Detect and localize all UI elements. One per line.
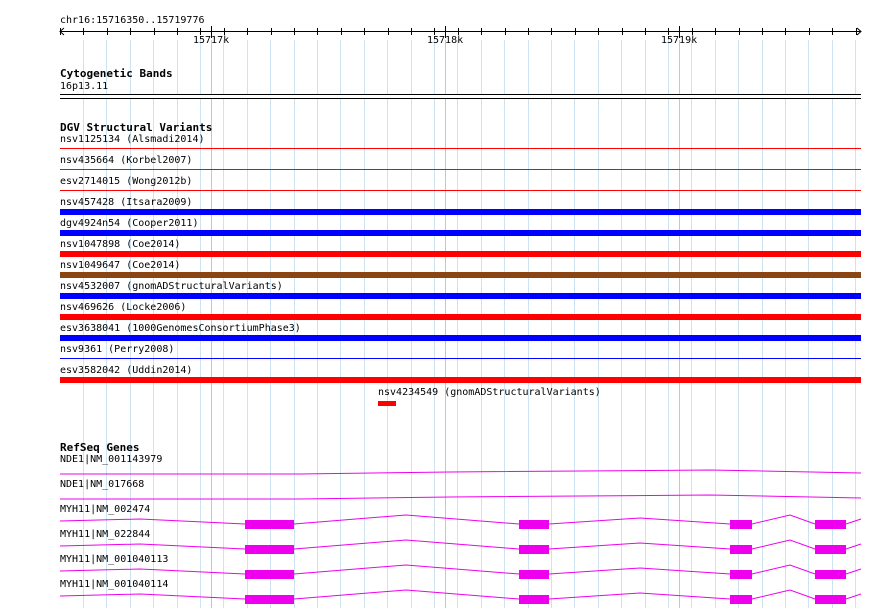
gene-exon[interactable] [730, 520, 752, 529]
gene-exon[interactable] [245, 545, 294, 554]
gene-exon[interactable] [815, 545, 846, 554]
gene-model[interactable] [0, 459, 890, 479]
cytoband-ideogram[interactable] [60, 94, 861, 99]
variant-feature[interactable] [60, 293, 861, 299]
variant-label: esv3582042 (Uddin2014) [60, 365, 193, 376]
gene-exon[interactable] [245, 595, 294, 604]
variant-label: nsv4234549 (gnomADStructuralVariants) [378, 387, 601, 398]
variant-feature[interactable] [60, 190, 861, 191]
variant-feature[interactable] [60, 314, 861, 320]
variant-label: nsv1049647 (Coe2014) [60, 260, 181, 271]
variant-label: nsv435664 (Korbel2007) [60, 155, 193, 166]
cytoband-label: 16p13.11 [60, 81, 109, 92]
variant-label: esv2714015 (Wong2012b) [60, 176, 193, 187]
ruler-axis[interactable] [60, 31, 861, 32]
variant-label: esv3638041 (1000GenomesConsortiumPhase3) [60, 323, 301, 334]
ruler-tick-label: 15718k [427, 35, 464, 46]
genome-browser-view: chr16:15716350..15719776 15717k 15718k 1… [0, 0, 890, 608]
variant-feature[interactable] [60, 148, 861, 149]
variant-label: nsv1125134 (Alsmadi2014) [60, 134, 205, 145]
gene-exon[interactable] [815, 570, 846, 579]
gene-exon[interactable] [730, 545, 752, 554]
variant-feature[interactable] [60, 272, 861, 278]
gene-exon[interactable] [730, 570, 752, 579]
gene-exon[interactable] [815, 520, 846, 529]
variant-label: nsv4532007 (gnomADStructuralVariants) [60, 281, 283, 292]
gene-model[interactable] [0, 484, 890, 504]
variant-feature[interactable] [60, 230, 861, 236]
track-title-refseq-genes: RefSeq Genes [60, 441, 140, 454]
variant-feature[interactable] [60, 377, 861, 383]
gene-exon[interactable] [519, 570, 549, 579]
ruler-tick-label: 15717k [193, 35, 230, 46]
variant-label: nsv9361 (Perry2008) [60, 344, 175, 355]
track-title-dgv-structural-variants: DGV Structural Variants [60, 121, 213, 134]
gene-exon[interactable] [245, 570, 294, 579]
gene-exon[interactable] [730, 595, 752, 604]
gene-model[interactable] [0, 559, 890, 579]
gene-exon[interactable] [815, 595, 846, 604]
gene-exon[interactable] [245, 520, 294, 529]
variant-label: nsv469626 (Locke2006) [60, 302, 187, 313]
variant-feature[interactable] [378, 401, 396, 406]
gene-exon[interactable] [519, 520, 549, 529]
locus-label: chr16:15716350..15719776 [60, 15, 205, 26]
variant-label: dgv4924n54 (Cooper2011) [60, 218, 199, 229]
gene-intron-line [60, 494, 862, 500]
gene-model[interactable] [0, 509, 890, 529]
track-title-cytogenetic-bands: Cytogenetic Bands [60, 67, 173, 80]
gene-model[interactable] [0, 534, 890, 554]
variant-feature[interactable] [60, 209, 861, 215]
variant-feature[interactable] [60, 358, 861, 359]
gene-model[interactable] [0, 584, 890, 604]
variant-label: nsv1047898 (Coe2014) [60, 239, 181, 250]
gene-intron-line [60, 469, 862, 475]
variant-feature[interactable] [60, 335, 861, 341]
variant-feature[interactable] [60, 169, 861, 170]
gene-exon[interactable] [519, 595, 549, 604]
variant-label: nsv457428 (Itsara2009) [60, 197, 193, 208]
variant-feature[interactable] [60, 251, 861, 257]
ruler-tick-label: 15719k [661, 35, 698, 46]
gene-exon[interactable] [519, 545, 549, 554]
